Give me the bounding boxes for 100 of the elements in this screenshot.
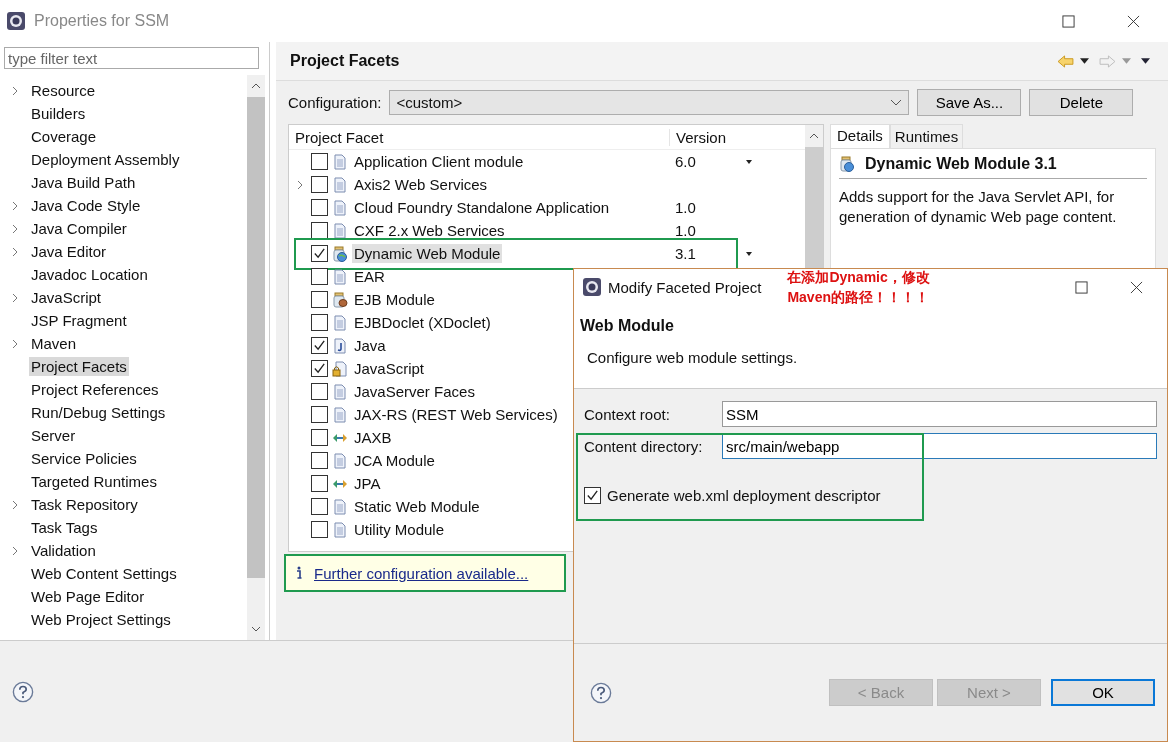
checkbox[interactable] bbox=[311, 314, 328, 331]
checkbox[interactable] bbox=[311, 199, 328, 216]
details-title: Dynamic Web Module 3.1 bbox=[865, 155, 1057, 173]
tree-item[interactable]: Coverage bbox=[29, 127, 99, 146]
tree-item[interactable]: Resource bbox=[29, 81, 98, 100]
window-title: Properties for SSM bbox=[34, 12, 170, 30]
document-icon bbox=[332, 498, 348, 515]
scroll-up-icon[interactable] bbox=[809, 133, 819, 139]
facet-name[interactable]: Application Client module bbox=[352, 152, 672, 171]
configuration-dropdown[interactable]: <custom> bbox=[389, 90, 910, 115]
tree-item[interactable]: Java Compiler bbox=[29, 219, 129, 238]
details-tab[interactable]: Runtimes bbox=[889, 124, 964, 148]
details-description: Adds support for the Java Servlet API, for generation of dynamic Web page content. bbox=[839, 187, 1118, 227]
text-field[interactable]: SSM bbox=[722, 401, 1157, 427]
jar-globe-icon bbox=[839, 156, 855, 172]
page-title: Project Facets bbox=[290, 52, 400, 70]
checkbox[interactable] bbox=[311, 383, 328, 400]
tree-item[interactable]: Javadoc Location bbox=[29, 265, 150, 284]
tree-item[interactable]: Java Code Style bbox=[29, 196, 143, 215]
checkbox[interactable] bbox=[311, 291, 328, 308]
tree-item[interactable]: Deployment Assembly bbox=[29, 150, 182, 169]
tree-item[interactable]: Task Repository bbox=[29, 495, 140, 514]
checkbox[interactable] bbox=[311, 521, 328, 538]
facet-version: 3.1 bbox=[675, 245, 696, 262]
tree-item[interactable]: Builders bbox=[29, 104, 88, 123]
action-button[interactable]: Delete bbox=[1029, 89, 1134, 116]
checkbox[interactable] bbox=[311, 360, 328, 377]
document-icon bbox=[332, 199, 348, 216]
dialog-button[interactable]: OK bbox=[1051, 679, 1155, 706]
dialog-description: Configure web module settings. bbox=[587, 349, 799, 366]
tree-item[interactable]: Service Policies bbox=[29, 449, 139, 468]
checkbox[interactable] bbox=[311, 498, 328, 515]
maximize-icon[interactable] bbox=[1062, 14, 1075, 28]
facet-name[interactable]: Dynamic Web Module bbox=[352, 244, 503, 263]
scroll-up-icon[interactable] bbox=[251, 83, 261, 89]
dialog-title: Modify Faceted Project bbox=[608, 278, 762, 296]
scroll-down-icon[interactable] bbox=[251, 626, 261, 632]
checkbox[interactable] bbox=[311, 452, 328, 469]
checkbox[interactable] bbox=[311, 176, 328, 193]
tree-item[interactable]: Project References bbox=[29, 380, 161, 399]
tree-item[interactable]: Server bbox=[29, 426, 78, 445]
field-label: Content directory: bbox=[584, 437, 704, 455]
help-icon[interactable] bbox=[590, 681, 612, 704]
document-icon bbox=[332, 452, 348, 469]
checkbox[interactable] bbox=[311, 406, 328, 423]
close-icon[interactable] bbox=[1127, 14, 1140, 28]
locked-document-icon bbox=[332, 360, 348, 377]
tree-item[interactable]: Targeted Runtimes bbox=[29, 472, 159, 491]
dropdown-icon[interactable] bbox=[1080, 58, 1089, 64]
annotation-text: 在添加Dynamic，修改Maven的路径！！！！ bbox=[787, 268, 931, 307]
help-icon[interactable] bbox=[12, 680, 34, 703]
maximize-icon[interactable] bbox=[1075, 280, 1088, 294]
facet-version: 1.0 bbox=[675, 222, 696, 239]
checkbox[interactable] bbox=[311, 337, 328, 354]
info-icon bbox=[296, 566, 302, 580]
document-icon bbox=[332, 268, 348, 285]
tree-item[interactable]: Run/Debug Settings bbox=[29, 403, 168, 422]
facet-name[interactable]: Cloud Foundry Standalone Application bbox=[352, 198, 672, 217]
tree-item[interactable]: Validation bbox=[29, 541, 98, 560]
tree-item[interactable]: JSP Fragment bbox=[29, 311, 129, 330]
column-header[interactable]: Version bbox=[670, 128, 727, 146]
tree-item[interactable]: Web Page Editor bbox=[29, 587, 147, 606]
tree-item[interactable]: Web Project Settings bbox=[29, 610, 173, 629]
document-icon bbox=[332, 383, 348, 400]
checkbox[interactable] bbox=[311, 153, 328, 170]
tree-item[interactable]: Web Content Settings bbox=[29, 564, 179, 583]
document-icon bbox=[332, 153, 348, 170]
further-configuration-link[interactable]: Further configuration available... bbox=[314, 564, 529, 582]
document-icon bbox=[332, 314, 348, 331]
checkbox[interactable] bbox=[584, 487, 601, 504]
close-icon[interactable] bbox=[1130, 280, 1143, 294]
configuration-label: Configuration: bbox=[288, 94, 382, 111]
checkbox[interactable] bbox=[311, 475, 328, 492]
facet-name[interactable]: Axis2 Web Services bbox=[352, 175, 672, 194]
checkbox[interactable] bbox=[311, 429, 328, 446]
chevron-down-icon[interactable] bbox=[890, 99, 903, 106]
checkbox[interactable] bbox=[311, 245, 328, 262]
tree-item[interactable]: Project Facets bbox=[29, 357, 129, 376]
tree-item[interactable]: JavaScript bbox=[29, 288, 104, 307]
filter-field[interactable]: type filter text bbox=[4, 47, 259, 69]
action-button[interactable]: Save As... bbox=[917, 89, 1022, 116]
menu-icon[interactable] bbox=[1141, 58, 1150, 64]
tree-item[interactable]: Maven bbox=[29, 334, 79, 353]
version-dropdown-icon[interactable] bbox=[745, 159, 752, 164]
jar-globe-icon bbox=[332, 245, 348, 262]
tree-item[interactable]: Java Build Path bbox=[29, 173, 138, 192]
checkbox-label[interactable]: Generate web.xml deployment descriptor bbox=[607, 487, 881, 504]
text-field[interactable]: src/main/webapp bbox=[722, 433, 1157, 459]
app-icon bbox=[6, 11, 26, 31]
version-dropdown-icon[interactable] bbox=[745, 251, 752, 256]
jar-bean-icon bbox=[332, 291, 348, 308]
facet-name[interactable]: CXF 2.x Web Services bbox=[352, 221, 672, 240]
checkbox[interactable] bbox=[311, 268, 328, 285]
document-icon bbox=[332, 176, 348, 193]
facet-version: 6.0 bbox=[675, 153, 696, 170]
tree-item[interactable]: Task Tags bbox=[29, 518, 100, 537]
tree-item[interactable]: Java Editor bbox=[29, 242, 109, 261]
details-tab[interactable]: Details bbox=[830, 124, 890, 148]
scrollbar[interactable] bbox=[247, 75, 265, 640]
column-header[interactable]: Project Facet bbox=[289, 128, 670, 146]
